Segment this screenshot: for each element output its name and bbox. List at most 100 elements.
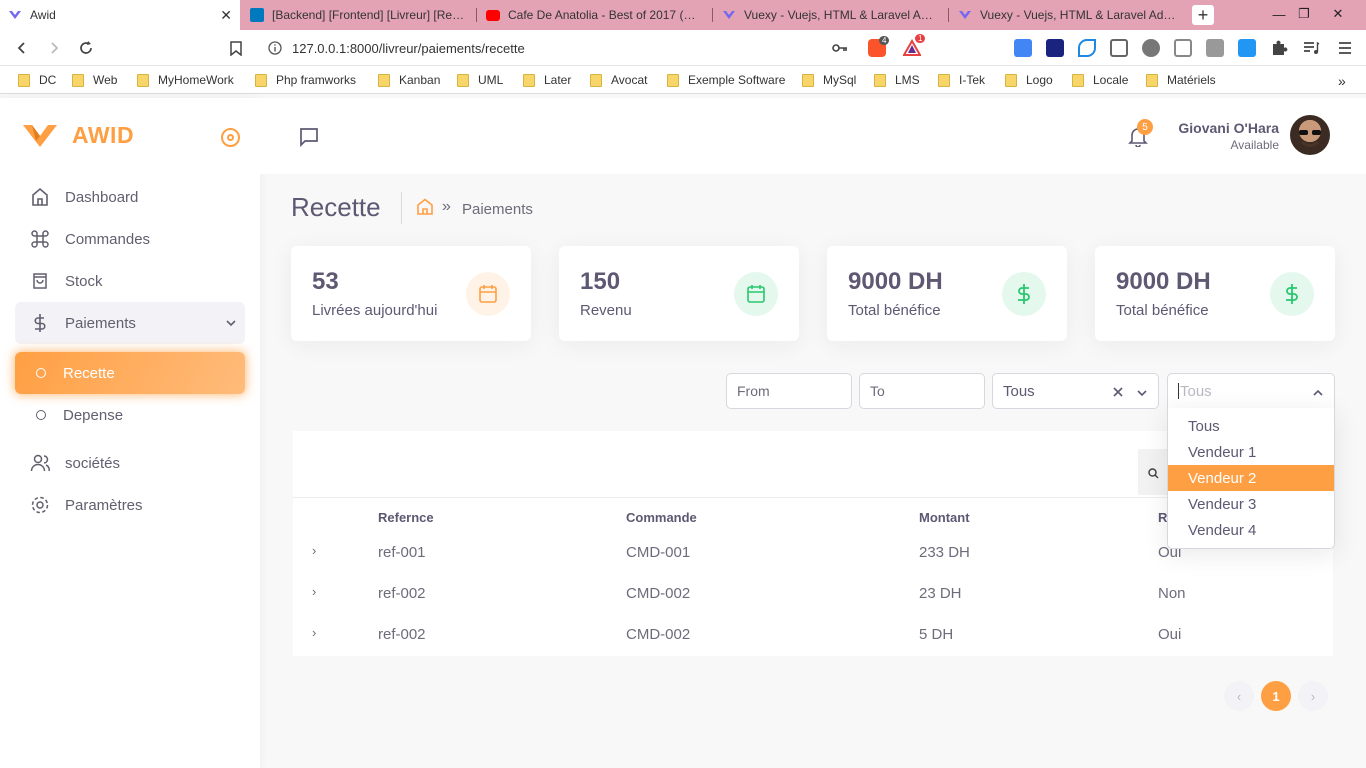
stat-value: 150 — [580, 268, 621, 295]
browser-tab-youtube[interactable]: Cafe De Anatolia - Best of 2017 (Mix b — [478, 0, 710, 30]
site-info-icon[interactable] — [268, 41, 282, 60]
browser-tab-vuexy-2[interactable]: Vuexy - Vuejs, HTML & Laravel Admin — [950, 0, 1184, 30]
tab-separator — [712, 8, 713, 22]
folder-icon — [18, 73, 30, 87]
bookmark-folder-kanban[interactable]: Kanban — [378, 73, 440, 87]
bookmark-icon[interactable] — [226, 38, 246, 58]
feather-extension-icon[interactable] — [1078, 39, 1096, 57]
new-tab-button[interactable]: + — [1192, 5, 1214, 25]
bookmark-folder-uml[interactable]: UML — [457, 73, 503, 87]
sidebar-item-recette[interactable]: Recette — [15, 352, 245, 394]
screenshot-extension-icon[interactable] — [1110, 39, 1128, 57]
copy-extension-icon[interactable] — [1206, 39, 1224, 57]
pagination-next-button[interactable]: › — [1298, 681, 1328, 711]
bookmark-label: I-Tek — [959, 73, 986, 87]
chat-icon[interactable] — [299, 127, 319, 152]
bookmark-folder-dc[interactable]: DC — [18, 73, 56, 87]
sidebar-item-parametres[interactable]: Paramètres — [15, 484, 245, 526]
bookmark-folder-php[interactable]: Php framworks — [255, 73, 356, 87]
avatar[interactable] — [1290, 115, 1330, 155]
extensions-puzzle-icon[interactable] — [1270, 39, 1288, 57]
close-tab-icon[interactable]: ✕ — [220, 7, 232, 24]
close-window-button[interactable]: ✕ — [1323, 2, 1353, 26]
home-icon[interactable] — [416, 198, 434, 221]
sidebar-item-paiements[interactable]: Paiements — [15, 302, 245, 344]
bookmarks-overflow-icon[interactable]: » — [1338, 73, 1346, 89]
date-from-input[interactable]: From — [726, 373, 852, 409]
media-list-icon[interactable] — [1302, 39, 1320, 57]
sidebar-item-societes[interactable]: sociétés — [15, 442, 245, 484]
browser-tab-trello[interactable]: [Backend] [Frontend] [Livreur] [Recette — [242, 0, 474, 30]
stat-label: Livrées aujourd'hui — [312, 302, 438, 319]
folder-icon — [1146, 73, 1158, 87]
cell-montant: 233 DH — [919, 544, 970, 561]
pagination-page-1[interactable]: 1 — [1261, 681, 1291, 711]
status-select[interactable]: Tous — [992, 373, 1159, 409]
back-button[interactable] — [12, 38, 32, 58]
tab-title: Awid — [30, 8, 56, 22]
expand-row-icon[interactable]: › — [312, 543, 316, 558]
analytics-extension-icon[interactable] — [1046, 39, 1064, 57]
key-icon[interactable] — [832, 41, 848, 60]
expand-row-icon[interactable]: › — [312, 625, 316, 640]
expand-row-icon[interactable]: › — [312, 584, 316, 599]
breadcrumb-divider — [401, 192, 402, 224]
dropdown-option-vendeur-1[interactable]: Vendeur 1 — [1168, 439, 1334, 465]
column-header-status[interactable]: R — [1158, 510, 1167, 525]
sidebar-toggle-icon[interactable] — [221, 128, 240, 147]
vendeur-select[interactable]: Tous — [1167, 373, 1335, 409]
sidebar-item-stock[interactable]: Stock — [15, 260, 245, 302]
bookmark-folder-web[interactable]: Web — [72, 73, 117, 87]
sidebar-item-dashboard[interactable]: Dashboard — [15, 176, 245, 218]
sidebar-item-depense[interactable]: Depense — [15, 394, 245, 436]
translate-extension-icon[interactable] — [1174, 39, 1192, 57]
browser-tab-vuexy-1[interactable]: Vuexy - Vuejs, HTML & Laravel Admin — [714, 0, 946, 30]
column-header-reference[interactable]: Refernce — [378, 510, 434, 525]
date-to-input[interactable]: To — [859, 373, 985, 409]
clear-icon[interactable] — [1112, 385, 1124, 402]
dropdown-option-tous[interactable]: Tous — [1168, 413, 1334, 439]
google-translate-icon[interactable] — [1014, 39, 1032, 57]
browser-tab-awid[interactable]: Awid ✕ — [0, 0, 240, 30]
maximize-button[interactable]: ❐ — [1289, 2, 1319, 26]
calendar-icon — [734, 272, 778, 316]
bookmark-label: Locale — [1093, 73, 1129, 87]
settings-icon — [30, 495, 50, 515]
dropdown-option-vendeur-3[interactable]: Vendeur 3 — [1168, 491, 1334, 517]
camera-extension-icon[interactable] — [1142, 39, 1160, 57]
fe-extension-icon[interactable] — [1238, 39, 1256, 57]
stat-label: Total bénéfice — [848, 302, 941, 319]
browser-menu-icon[interactable] — [1336, 39, 1354, 57]
bookmark-folder-lms[interactable]: LMS — [874, 73, 920, 87]
column-header-montant[interactable]: Montant — [919, 510, 970, 525]
brave-rewards-icon[interactable]: 1 — [902, 34, 926, 57]
bookmark-folder-locale[interactable]: Locale — [1072, 73, 1128, 87]
bookmark-folder-exemple-software[interactable]: Exemple Software — [667, 73, 785, 87]
reload-button[interactable] — [76, 38, 96, 58]
pagination-prev-button[interactable]: ‹ — [1224, 681, 1254, 711]
sidebar-item-label: Depense — [63, 406, 124, 424]
bookmark-folder-later[interactable]: Later — [523, 73, 571, 87]
dropdown-option-vendeur-2[interactable]: Vendeur 2 — [1168, 465, 1334, 491]
bookmark-folder-materiels[interactable]: Matériels — [1146, 73, 1216, 87]
bookmark-folder-itek[interactable]: I-Tek — [938, 73, 985, 87]
text-cursor — [1178, 383, 1179, 399]
column-header-commande[interactable]: Commande — [626, 510, 697, 525]
dropdown-option-vendeur-4[interactable]: Vendeur 4 — [1168, 517, 1334, 543]
folder-icon — [378, 73, 390, 87]
address-bar[interactable]: 127.0.0.1:8000/livreur/paiements/recette — [258, 35, 946, 61]
bookmark-folder-mysql[interactable]: MySql — [802, 73, 856, 87]
brave-shield-icon[interactable]: 4 — [868, 36, 890, 57]
user-name[interactable]: Giovani O'Hara — [1178, 120, 1279, 136]
bookmark-folder-avocat[interactable]: Avocat — [590, 73, 647, 87]
sidebar-item-commandes[interactable]: Commandes — [15, 218, 245, 260]
folder-icon — [72, 73, 84, 87]
bookmark-folder-myhomework[interactable]: MyHomeWork — [137, 73, 234, 87]
stat-card-benefice-2: 9000 DH Total bénéfice — [1095, 246, 1335, 341]
brand[interactable]: AWID — [22, 122, 134, 149]
cell-commande: CMD-001 — [626, 544, 691, 561]
bookmark-folder-logo[interactable]: Logo — [1005, 73, 1053, 87]
bookmark-label: Php framworks — [276, 73, 357, 87]
forward-button[interactable] — [44, 38, 64, 58]
user-status: Available — [1230, 138, 1279, 152]
